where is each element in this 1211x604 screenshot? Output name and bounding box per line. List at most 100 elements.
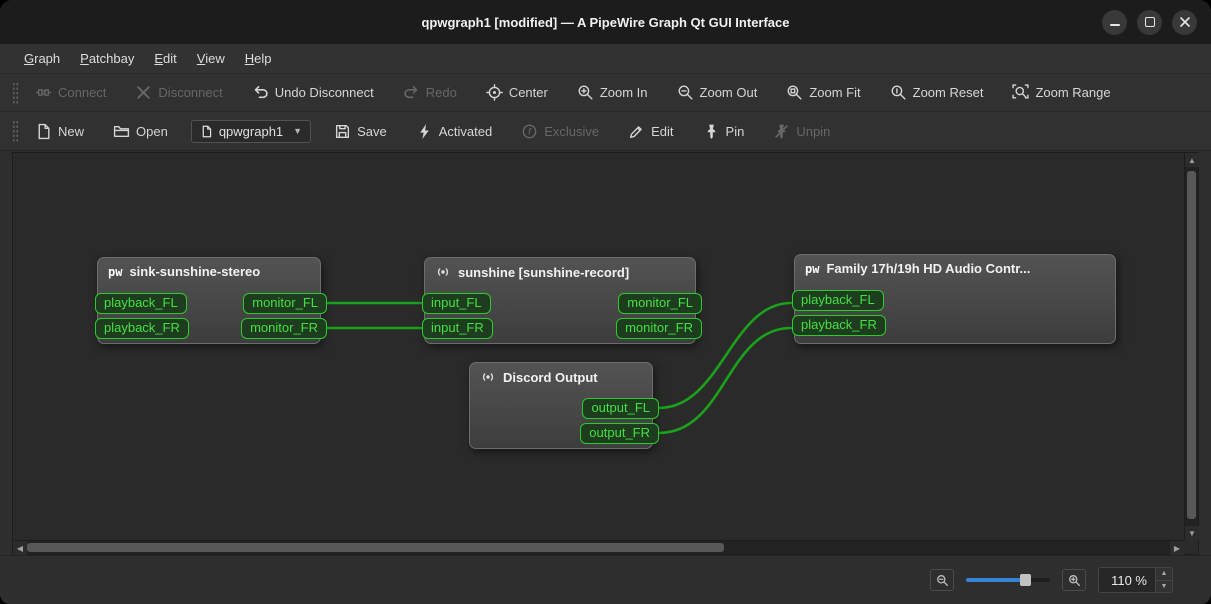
edit-button[interactable]: Edit [622,119,679,144]
menubar: Graph Patchbay Edit View Help [0,44,1211,74]
menu-view-label: View [196,51,225,66]
port-output-fr[interactable]: output_FR [580,423,659,444]
node-title: sunshine [sunshine-record] [458,264,630,280]
pin-button[interactable]: Pin [697,119,751,144]
save-button-label: Save [357,123,387,139]
zoom-in-button-label: Zoom In [599,85,648,100]
open-button[interactable]: Open [107,119,174,144]
zoom-in-button[interactable]: Zoom In [571,80,654,105]
undo-disconnect-button[interactable]: Undo Disconnect [246,80,380,105]
scroll-left-icon[interactable]: ◀ [13,541,27,555]
zoom-range-button[interactable]: Zoom Range [1006,80,1116,105]
pipewire-icon: pw [108,264,123,279]
exclusive-toggle-label: Exclusive [544,123,600,139]
zoom-out-icon [936,574,949,587]
zoom-percent-value: 110 % [1111,572,1147,588]
zoom-slider[interactable] [966,573,1050,587]
port-monitor-fl[interactable]: monitor_FL [618,293,702,314]
zoom-fit-button-label: Zoom Fit [809,85,861,100]
zoom-in-icon [577,84,594,101]
activated-toggle[interactable]: Activated [410,119,498,144]
scroll-down-icon[interactable]: ▼ [1185,526,1199,540]
graph-canvas[interactable]: pw sink-sunshine-stereo playback_FL play… [13,153,1184,540]
pin-icon [703,123,720,140]
minimize-icon [1109,24,1120,26]
maximize-icon [1144,17,1155,27]
close-button[interactable] [1172,9,1197,35]
unpin-icon [773,123,790,140]
zoom-out-button[interactable]: Zoom Out [671,80,764,105]
redo-button-label: Redo [425,85,457,100]
maximize-button[interactable] [1137,9,1162,35]
graph-toolbar: Connect Disconnect Undo Disconnect Redo [0,74,1211,112]
menu-patchbay-label: Patchbay [80,51,135,66]
horizontal-scroll-thumb[interactable] [27,543,725,552]
port-playback-fl[interactable]: playback_FL [792,290,884,311]
graph-canvas-frame: pw sink-sunshine-stereo playback_FL play… [12,152,1199,555]
titlebar[interactable]: qpwgraph1 [modified] — A PipeWire Graph … [0,0,1211,44]
node-family-hd-audio[interactable]: pw Family 17h/19h HD Audio Contr... play… [792,254,1116,344]
redo-button[interactable]: Redo [397,80,463,105]
menu-graph[interactable]: Graph [14,44,70,73]
center-button-label: Center [508,85,548,100]
node-header: Discord Output [470,363,652,385]
new-button[interactable]: New [29,119,90,144]
edit-pencil-icon [628,123,645,140]
disconnect-button[interactable]: Disconnect [129,80,228,105]
open-button-label: Open [136,123,168,139]
menu-patchbay[interactable]: Patchbay [70,44,144,73]
zoom-reset-button[interactable]: Zoom Reset [884,80,990,105]
activated-toggle-label: Activated [438,123,493,139]
port-output-fl[interactable]: output_FL [582,398,659,419]
port-playback-fr[interactable]: playback_FR [792,315,886,336]
patchbay-profile-combobox[interactable]: qpwgraph1 ▼ [190,119,312,143]
vertical-scroll-thumb[interactable] [1187,170,1196,519]
toolbar-drag-handle[interactable] [12,81,19,104]
node-discord-output[interactable]: Discord Output output_FL output_FR [469,362,659,449]
zoom-reset-icon [890,84,907,101]
connections-layer[interactable] [13,153,1184,540]
node-title: Family 17h/19h HD Audio Contr... [826,261,1031,276]
port-playback-fl[interactable]: playback_FL [95,293,187,314]
port-monitor-fr[interactable]: monitor_FR [616,318,702,339]
exclusive-toggle[interactable]: f Exclusive [515,119,605,144]
menu-edit[interactable]: Edit [144,44,186,73]
node-sunshine-record[interactable]: sunshine [sunshine-record] input_FL inpu… [422,257,702,344]
spin-down-icon[interactable]: ▼ [1156,580,1172,592]
close-icon [1179,17,1190,27]
disconnect-button-label: Disconnect [158,85,223,100]
port-input-fl[interactable]: input_FL [422,293,491,314]
minimize-button[interactable] [1102,9,1127,35]
toolbar-drag-handle[interactable] [12,120,19,142]
horizontal-scroll-track[interactable] [27,541,1170,554]
node-sink-sunshine-stereo[interactable]: pw sink-sunshine-stereo playback_FL play… [95,257,327,344]
zoom-slider-handle[interactable] [1019,574,1031,586]
scroll-up-icon[interactable]: ▲ [1185,153,1199,167]
zoom-out-status-button[interactable] [930,569,954,591]
unpin-button[interactable]: Unpin [767,119,836,144]
zoom-range-button-label: Zoom Range [1035,85,1111,100]
center-button[interactable]: Center [480,80,554,105]
vertical-scroll-track[interactable] [1185,167,1198,526]
save-button[interactable]: Save [328,119,393,144]
scroll-right-icon[interactable]: ▶ [1170,541,1184,555]
menu-edit-label: Edit [154,51,177,66]
port-monitor-fr[interactable]: monitor_FR [241,318,327,339]
menu-graph-label: Graph [24,51,61,66]
zoom-range-icon [1012,84,1030,101]
node-header: sunshine [sunshine-record] [425,258,695,280]
menu-help[interactable]: Help [235,44,282,73]
zoom-in-status-button[interactable] [1062,569,1086,591]
spin-up-icon[interactable]: ▲ [1156,568,1172,581]
menu-view[interactable]: View [187,44,235,73]
vertical-scrollbar[interactable]: ▲ ▼ [1184,153,1199,540]
window-controls [1102,0,1197,44]
spin-arrows: ▲ ▼ [1155,568,1172,592]
port-input-fr[interactable]: input_FR [422,318,493,339]
connect-button[interactable]: Connect [29,80,112,105]
zoom-fit-button[interactable]: Zoom Fit [780,80,866,105]
port-playback-fr[interactable]: playback_FR [95,318,189,339]
port-monitor-fl[interactable]: monitor_FL [243,293,327,314]
zoom-percent-spinbox[interactable]: 110 % ▲ ▼ [1098,567,1173,593]
horizontal-scrollbar[interactable]: ◀ ▶ [13,540,1184,555]
